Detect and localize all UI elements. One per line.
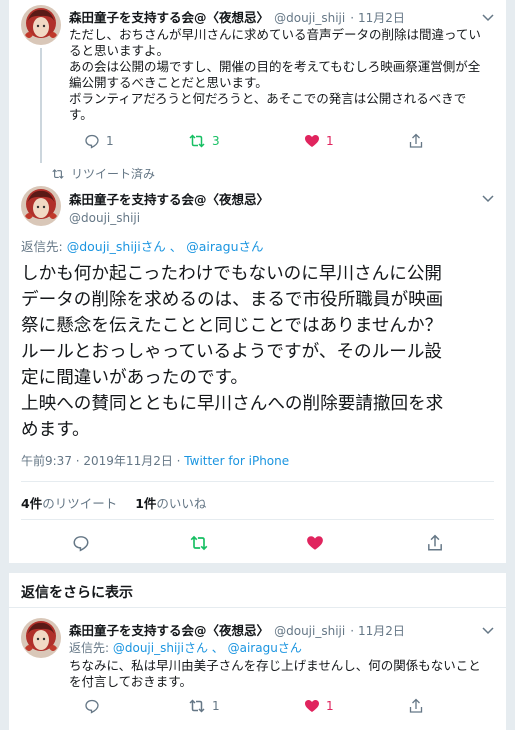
- avatar[interactable]: [21, 186, 61, 226]
- retweet-button[interactable]: 1: [188, 698, 220, 714]
- reply-count: 1: [106, 134, 114, 148]
- display-name[interactable]: 森田童子を支持する会@〈夜想忌〉: [69, 623, 269, 638]
- show-more-replies-label: 返信をさらに表示: [21, 585, 133, 601]
- user-handle[interactable]: @douji_shiji: [274, 11, 345, 25]
- reply-to-user-link[interactable]: @airagu: [228, 641, 278, 655]
- tweet-line: ちなみに、私は早川由美子さんを存じ上げませんし、何の関係もないこと: [69, 658, 481, 673]
- tweet-line: 定に間違いがあったのです。: [21, 368, 248, 388]
- share-icon: [428, 534, 442, 551]
- reply-to: 返信先: @douji_shijiさん 、 @airaguさん: [21, 236, 264, 255]
- chevron-down-icon[interactable]: [481, 193, 495, 203]
- share-icon: [409, 698, 423, 713]
- timeline-column: 森田童子を支持する会@〈夜想忌〉 @douji_shiji · 11月2日 ただ…: [0, 0, 515, 730]
- tweet-stats: 4件のリツイート 1件のいいね: [21, 493, 206, 512]
- tweet-header: 森田童子を支持する会@〈夜想忌〉 @douji_shiji · 11月2日: [69, 623, 405, 638]
- tweet-line: 祭に懸念を伝えたことと同じことではありませんか？: [21, 316, 443, 336]
- reply-to-user-link[interactable]: @airagu: [186, 239, 238, 254]
- retweet-icon: [52, 168, 64, 179]
- tweet-date[interactable]: 11月2日: [358, 11, 405, 25]
- reply-to-suffix: さん 、: [183, 641, 224, 655]
- divider: [9, 607, 506, 608]
- thread-line: [40, 48, 42, 163]
- tweet-line: を付言しておきます。: [69, 674, 193, 689]
- retweet-icon: [190, 535, 208, 551]
- heart-icon: [305, 700, 319, 712]
- display-name-text: 森田童子を支持する会@〈夜想忌〉: [69, 192, 270, 207]
- retweeted-indicator: リツイート済み: [51, 165, 155, 182]
- reply-button[interactable]: [84, 698, 106, 714]
- retweets-count: 4件: [21, 496, 43, 511]
- reply-to-user-link[interactable]: @douji_shiji: [113, 641, 184, 655]
- reply-to-suffix: さん: [238, 239, 264, 254]
- like-count: 1: [326, 134, 334, 148]
- tweet-line: ると思いますよ。: [69, 43, 170, 58]
- avatar[interactable]: [21, 618, 61, 658]
- tweet-line: しかも何か起こったわけでもないのに早川さんに公開: [21, 264, 443, 284]
- divider: [21, 481, 494, 482]
- divider: [21, 519, 494, 520]
- heart-icon: [305, 135, 319, 147]
- reply-icon: [73, 536, 89, 552]
- tweet-line: データの削除を求めるのは、まるで市役所職員が映画: [21, 290, 444, 310]
- retweet-button[interactable]: [189, 534, 209, 552]
- reply-to-user-link[interactable]: @douji_shiji: [67, 239, 141, 254]
- tweet-text: ただし、おちさんが早川さんに求めている音声データの削除は間違ってい ると思います…: [69, 27, 481, 123]
- display-name[interactable]: 森田童子を支持する会@〈夜想忌〉: [69, 189, 269, 208]
- tweet-line: あの会は公開の場ですし、開催の目的を考えてもむしろ映画祭運営側が全: [69, 59, 481, 74]
- user-handle[interactable]: @douji_shiji: [69, 207, 140, 226]
- reply-to-suffix: さん: [277, 641, 302, 655]
- reply-to-suffix: さん 、: [140, 239, 183, 254]
- tweet-line: めます。: [21, 420, 90, 440]
- tweet-line: ルールとおっしゃっているようですが、そのルール設: [21, 342, 443, 362]
- tweet-date[interactable]: 11月2日: [358, 624, 405, 638]
- like-button[interactable]: [306, 534, 324, 552]
- avatar[interactable]: [21, 5, 61, 45]
- heart-icon: [307, 536, 323, 550]
- retweets-label: のリツイート: [42, 496, 118, 511]
- user-handle[interactable]: @douji_shiji: [274, 624, 345, 638]
- tweet-timestamp: 午前9:37 · 2019年11月2日 · Twitter for iPhone: [21, 452, 289, 469]
- likes-count: 1件: [135, 496, 157, 511]
- retweet-icon: [189, 134, 205, 148]
- tweet-line: ボランティアだろうと何だろうと、あそこでの発言は公開されるべきで: [69, 91, 467, 106]
- tweet-line: す。: [69, 107, 93, 122]
- timestamp-text[interactable]: 午前9:37 · 2019年11月2日 ·: [21, 454, 184, 468]
- source-link[interactable]: Twitter for iPhone: [184, 454, 289, 468]
- tweet-text: ちなみに、私は早川由美子さんを存じ上げませんし、何の関係もないこと を付言してお…: [69, 658, 481, 690]
- reply-to-prefix: 返信先:: [21, 239, 67, 254]
- show-more-replies[interactable]: 返信をさらに表示: [21, 582, 133, 602]
- likes-label: のいいね: [156, 496, 207, 511]
- section-separator: [0, 563, 515, 573]
- retweet-count: 3: [212, 134, 220, 148]
- reply-icon: [85, 134, 99, 149]
- reply-to: 返信先: @douji_shijiさん 、 @airaguさん: [69, 639, 302, 656]
- like-count: 1: [326, 699, 334, 713]
- reply-button[interactable]: 1: [84, 133, 114, 149]
- share-button[interactable]: [408, 698, 424, 714]
- reply-button[interactable]: [72, 534, 90, 552]
- share-icon: [409, 133, 423, 148]
- display-name[interactable]: 森田童子を支持する会@〈夜想忌〉: [69, 10, 269, 25]
- tweet-line: ただし、おちさんが早川さんに求めている音声データの削除は間違ってい: [69, 27, 481, 42]
- chevron-down-icon[interactable]: [481, 625, 495, 635]
- retweet-count: 1: [212, 699, 220, 713]
- retweet-button[interactable]: 3: [188, 133, 220, 149]
- user-handle-text: @douji_shiji: [69, 211, 141, 225]
- share-button[interactable]: [408, 133, 424, 149]
- retweet-stats[interactable]: 4件のリツイート: [21, 496, 117, 511]
- like-stats[interactable]: 1件のいいね: [135, 496, 206, 511]
- tweet-header: 森田童子を支持する会@〈夜想忌〉 @douji_shiji · 11月2日: [69, 10, 405, 25]
- retweeted-label: リツイート済み: [71, 167, 156, 181]
- tweet-line: 編公開するべきことだと思います。: [69, 75, 268, 90]
- main-tweet-text: しかも何か起こったわけでもないのに早川さんに公開 データの削除を求めるのは、まる…: [21, 261, 443, 443]
- retweet-icon: [189, 699, 205, 713]
- reply-to-prefix: 返信先:: [69, 641, 113, 655]
- like-button[interactable]: 1: [304, 133, 334, 149]
- tweet-line: 上映への賛同とともに早川さんへの削除要請撤回を求: [21, 394, 444, 414]
- like-button[interactable]: 1: [304, 698, 334, 714]
- reply-icon: [85, 699, 99, 714]
- chevron-down-icon[interactable]: [481, 12, 495, 22]
- share-button[interactable]: [426, 534, 444, 552]
